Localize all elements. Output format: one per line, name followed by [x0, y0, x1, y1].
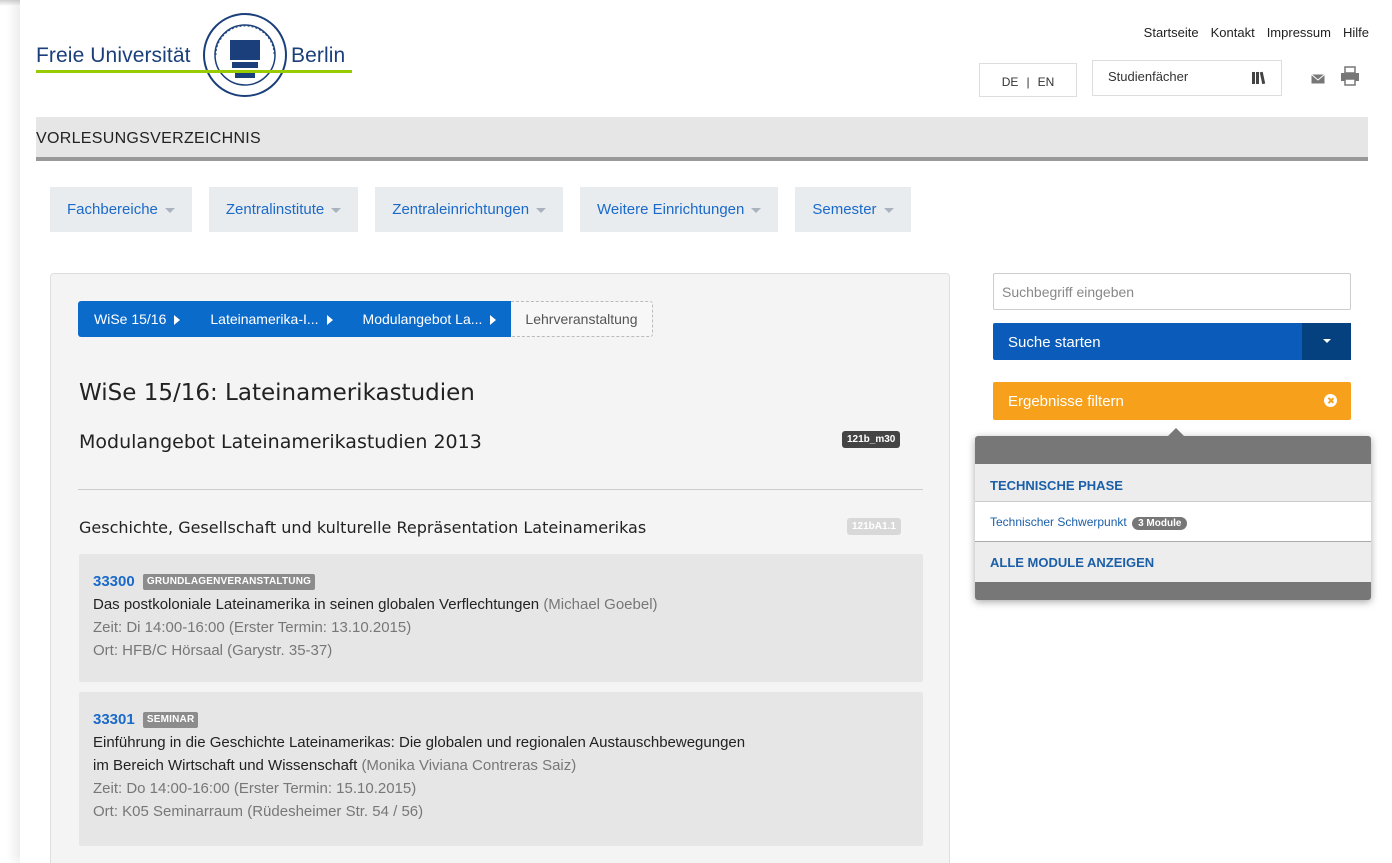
breadcrumb-semester[interactable]: WiSe 15/16	[78, 301, 196, 337]
section-title: VORLESUNGSVERZEICHNIS	[36, 130, 262, 147]
studienfaecher-label: Studienfächer	[1108, 69, 1189, 84]
nav-label: Zentralinstitute	[225, 201, 325, 218]
course-title-cont: im Bereich Wirtschaft und Wissenschaft	[93, 757, 358, 774]
search-options-dropdown[interactable]	[1302, 323, 1351, 360]
course-card: 33301 SEMINAR Einführung in die Geschich…	[79, 692, 923, 846]
filter-popover: TECHNISCHE PHASE Technischer Schwerpunkt…	[975, 428, 1371, 600]
nav-label: Fachbereiche	[67, 201, 158, 218]
course-lecturer: (Michael Goebel)	[543, 596, 658, 613]
link-impressum[interactable]: Impressum	[1267, 25, 1331, 40]
book-icon	[1252, 71, 1266, 85]
course-title: Einführung in die Geschichte Lateinameri…	[93, 734, 746, 751]
chevron-down-icon	[536, 208, 547, 213]
fu-berlin-logo[interactable]: Freie Universität Berlin	[36, 10, 356, 100]
subtitle-badge: 121b_m30	[842, 431, 901, 448]
course-card: 33300 GRUNDLAGENVERANSTALTUNG Das postko…	[79, 554, 923, 682]
nav-zentraleinrichtungen[interactable]: Zentraleinrichtungen	[375, 187, 564, 232]
link-kontakt[interactable]: Kontakt	[1211, 25, 1255, 40]
course-place: Ort: K05 Seminarraum (Rüdesheimer Str. 5…	[93, 803, 424, 820]
nav-fachbereiche[interactable]: Fachbereiche	[50, 187, 192, 232]
main-nav: Fachbereiche Zentralinstitute Zentralein…	[50, 187, 911, 232]
page-title: WiSe 15/16: Lateinamerikastudien	[79, 380, 475, 406]
chevron-down-icon	[164, 208, 175, 213]
breadcrumb-current: Lehrveranstaltung	[511, 301, 653, 337]
lang-en[interactable]: EN	[1038, 75, 1055, 89]
section-title-bar: VORLESUNGSVERZEICHNIS	[36, 117, 1368, 161]
lang-separator: |	[1026, 75, 1030, 89]
studienfaecher-button[interactable]: Studienfächer	[1092, 60, 1282, 96]
nav-label: Weitere Einrichtungen	[597, 201, 745, 218]
filter-item-count: 3 Module	[1132, 517, 1188, 530]
filter-item[interactable]: Technischer Schwerpunkt 3 Module	[975, 502, 1371, 542]
link-startseite[interactable]: Startseite	[1144, 25, 1199, 40]
divider	[78, 489, 923, 490]
top-links: Startseite Kontakt Impressum Hilfe	[1144, 25, 1369, 40]
university-seal-icon	[203, 13, 287, 97]
logo-word-right: Berlin	[291, 44, 346, 67]
chevron-down-icon	[331, 208, 342, 213]
nav-zentralinstitute[interactable]: Zentralinstitute	[208, 187, 359, 232]
print-icon[interactable]	[1340, 66, 1360, 86]
filter-list: TECHNISCHE PHASE Technischer Schwerpunkt…	[975, 464, 1371, 582]
search-placeholder: Suchbegriff eingeben	[1002, 284, 1135, 300]
course-type-badge: GRUNDLAGENVERANSTALTUNG	[142, 574, 316, 590]
course-time: Zeit: Do 14:00-16:00 (Erster Termin: 15.…	[93, 780, 417, 797]
chevron-down-icon	[751, 208, 762, 213]
course-time: Zeit: Di 14:00-16:00 (Erster Termin: 13.…	[93, 619, 412, 636]
course-title: Das postkoloniale Lateinamerika in seine…	[93, 596, 540, 613]
nav-weitere-einrichtungen[interactable]: Weitere Einrichtungen	[580, 187, 779, 232]
nav-label: Zentraleinrichtungen	[392, 201, 530, 218]
course-number-link[interactable]: 33301	[93, 711, 135, 728]
breadcrumb-label: Lehrveranstaltung	[525, 311, 638, 327]
breadcrumb-modulangebot[interactable]: Modulangebot La...	[347, 301, 512, 337]
filter-button-label: Ergebnisse filtern	[1008, 393, 1124, 410]
filter-group-header[interactable]: TECHNISCHE PHASE	[975, 464, 1371, 502]
breadcrumb-label: WiSe 15/16	[94, 311, 167, 327]
module-title: Geschichte, Gesellschaft und kulturelle …	[79, 518, 647, 537]
mail-icon[interactable]	[1311, 74, 1325, 84]
nav-label: Semester	[812, 201, 877, 218]
breadcrumb-lateinamerika[interactable]: Lateinamerika-I...	[195, 301, 348, 337]
module-badge: 121bA1.1	[847, 518, 901, 535]
caret-down-icon	[1323, 339, 1331, 343]
chevron-down-icon	[883, 208, 894, 213]
search-input[interactable]: Suchbegriff eingeben	[993, 273, 1351, 310]
search-button-label: Suche starten	[1008, 334, 1101, 351]
search-button[interactable]: Suche starten	[993, 323, 1351, 360]
course-place: Ort: HFB/C Hörsaal (Garystr. 35-37)	[93, 642, 333, 659]
filter-item-label: Technischer Schwerpunkt	[990, 515, 1127, 529]
breadcrumb-label: Lateinamerika-I...	[210, 311, 319, 327]
triangle-right-icon	[174, 315, 181, 325]
popover-arrow	[1168, 428, 1184, 436]
lang-de[interactable]: DE	[1002, 75, 1019, 89]
course-type-badge: SEMINAR	[142, 712, 199, 728]
page-subtitle: Modulangebot Lateinamerikastudien 2013	[79, 431, 482, 453]
triangle-right-icon	[490, 315, 497, 325]
logo-underline	[36, 70, 352, 73]
show-all-modules-link[interactable]: ALLE MODULE ANZEIGEN	[975, 542, 1371, 582]
link-hilfe[interactable]: Hilfe	[1343, 25, 1369, 40]
logo-word-left: Freie Universität	[36, 44, 191, 67]
language-switcher: DE | EN	[979, 63, 1077, 97]
breadcrumb-label: Modulangebot La...	[362, 311, 483, 327]
breadcrumb: WiSe 15/16 Lateinamerika-I... Modulangeb…	[78, 301, 653, 337]
nav-semester[interactable]: Semester	[795, 187, 911, 232]
filter-results-button[interactable]: Ergebnisse filtern	[993, 382, 1351, 420]
course-lecturer: (Monika Viviana Contreras Saiz)	[361, 757, 577, 774]
triangle-right-icon	[326, 315, 333, 325]
course-number-link[interactable]: 33300	[93, 573, 135, 590]
close-circle-icon[interactable]	[1324, 394, 1337, 407]
